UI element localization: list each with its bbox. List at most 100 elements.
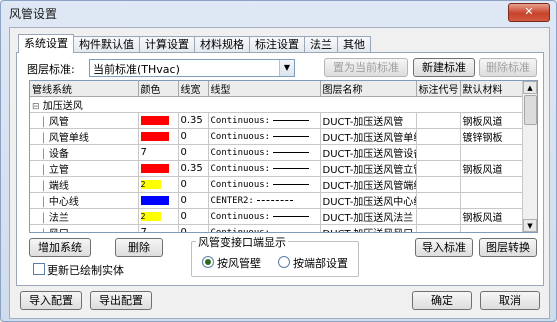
table-row[interactable]: │ 法兰 2 0 Continuous: DUCT-加压送风法兰 钢板风道 <box>30 208 524 225</box>
collapse-icon[interactable]: ⊟ <box>32 102 40 112</box>
col-header-linetype[interactable]: 线型 <box>208 81 321 97</box>
cell-linetype[interactable]: Continuous: <box>208 208 321 225</box>
cell-color[interactable]: 2 <box>138 208 179 225</box>
table-row[interactable]: │ 立管 0.35 Continuous: DUCT-加压送风管立管 钢板风道 <box>30 160 524 177</box>
tab-annotation-settings[interactable]: 标注设置 <box>249 36 305 53</box>
tab-component-defaults[interactable]: 构件默认值 <box>73 36 140 53</box>
cell-system-name[interactable]: │ 风口 <box>30 224 139 232</box>
close-button[interactable]: ✕ <box>508 3 550 22</box>
add-system-button[interactable]: 增加系统 <box>29 238 91 257</box>
cell-layer-name[interactable]: DUCT-加压送风风口 <box>320 224 417 232</box>
cell-color[interactable]: 7 <box>138 224 179 232</box>
chevron-down-icon[interactable]: ▼ <box>279 60 294 76</box>
radio-by-end-setting[interactable] <box>278 256 290 268</box>
cell-linetype[interactable]: Continuous: <box>208 144 321 161</box>
cell-linetype[interactable]: Continuous: <box>208 224 321 232</box>
cell-line-width[interactable]: 0 <box>178 208 209 225</box>
cell-layer-name[interactable]: DUCT-加压送风管单线 <box>320 128 417 145</box>
radio-by-duct-wall[interactable] <box>202 256 214 268</box>
cell-system-name[interactable]: │ 风管 <box>30 112 139 129</box>
cell-default-material[interactable]: 钢板风道 <box>460 112 524 129</box>
table-row[interactable]: │ 中心线 0 CENTER2: DUCT-加压送风中心线 <box>30 192 524 209</box>
col-header-width[interactable]: 线宽 <box>178 81 209 97</box>
col-header-code[interactable]: 标注代号 <box>416 81 461 97</box>
import-standard-button[interactable]: 导入标准 <box>415 238 473 257</box>
cell-color[interactable] <box>138 112 179 129</box>
table-row[interactable]: │ 风管单线 0 Continuous: DUCT-加压送风管单线 镀锌钢板 <box>30 128 524 145</box>
cell-system-name[interactable]: │ 中心线 <box>30 192 139 209</box>
cell-default-material[interactable] <box>460 192 524 209</box>
ok-button[interactable]: 确定 <box>412 291 472 310</box>
cell-line-width[interactable]: 0 <box>178 176 209 193</box>
table-row[interactable]: │ 端线 2 0 Continuous: DUCT-加压送风管端线 <box>30 176 524 193</box>
delete-standard-button[interactable]: 删除标准 <box>479 58 537 77</box>
cell-default-material[interactable]: 钢板风道 <box>460 160 524 177</box>
cell-annotation-code[interactable] <box>416 160 461 177</box>
table-row[interactable]: │ 风管 0.35 Continuous: DUCT-加压送风管 钢板风道 <box>30 112 524 129</box>
scroll-thumb[interactable] <box>524 95 537 125</box>
cell-linetype[interactable]: Continuous: <box>208 160 321 177</box>
set-current-standard-button[interactable]: 置为当前标准 <box>324 58 408 77</box>
cell-default-material[interactable]: 钢板风道 <box>460 208 524 225</box>
cell-annotation-code[interactable] <box>416 144 461 161</box>
new-standard-button[interactable]: 新建标准 <box>413 58 475 77</box>
cell-system-name[interactable]: │ 设备 <box>30 144 139 161</box>
tab-flange[interactable]: 法兰 <box>304 36 338 53</box>
tab-system-settings[interactable]: 系统设置 <box>18 34 74 53</box>
layer-convert-button[interactable]: 图层转换 <box>479 238 537 257</box>
cell-linetype[interactable]: Continuous: <box>208 112 321 129</box>
tab-calc-settings[interactable]: 计算设置 <box>139 36 195 53</box>
cell-color[interactable]: 7 <box>138 144 179 161</box>
cell-line-width[interactable]: 0.35 <box>178 160 209 177</box>
cell-line-width[interactable]: 0 <box>178 128 209 145</box>
delete-system-button[interactable]: 删除 <box>115 238 163 257</box>
tab-other[interactable]: 其他 <box>337 36 371 53</box>
scroll-down-icon[interactable]: ▼ <box>523 219 537 232</box>
cell-color[interactable] <box>138 192 179 209</box>
table-group-row[interactable]: ⊟ 加压送风 <box>30 96 524 113</box>
col-header-system[interactable]: 管线系统 <box>30 81 139 97</box>
cell-default-material[interactable]: 镀锌钢板 <box>460 128 524 145</box>
table-row[interactable]: │ 风口70Continuous:DUCT-加压送风风口 <box>30 224 524 232</box>
update-drawn-checkbox[interactable] <box>33 263 45 275</box>
cell-line-width[interactable]: 0 <box>178 192 209 209</box>
cell-layer-name[interactable]: DUCT-加压送风管端线 <box>320 176 417 193</box>
cell-default-material[interactable] <box>460 144 524 161</box>
cell-annotation-code[interactable] <box>416 128 461 145</box>
cell-layer-name[interactable]: DUCT-加压送风管 <box>320 112 417 129</box>
cell-system-name[interactable]: │ 立管 <box>30 160 139 177</box>
cell-annotation-code[interactable] <box>416 112 461 129</box>
cell-color[interactable] <box>138 160 179 177</box>
cell-default-material[interactable] <box>460 224 524 232</box>
vertical-scrollbar[interactable]: ▲ ▼ <box>522 81 537 232</box>
cell-line-width[interactable]: 0 <box>178 144 209 161</box>
tab-material-spec[interactable]: 材料规格 <box>194 36 250 53</box>
import-config-button[interactable]: 导入配置 <box>20 291 82 310</box>
cancel-button[interactable]: 取消 <box>480 291 540 310</box>
col-header-material[interactable]: 默认材料 <box>460 81 524 97</box>
cell-default-material[interactable] <box>460 176 524 193</box>
cell-system-name[interactable]: │ 风管单线 <box>30 128 139 145</box>
cell-system-name[interactable]: │ 法兰 <box>30 208 139 225</box>
cell-annotation-code[interactable] <box>416 192 461 209</box>
cell-layer-name[interactable]: DUCT-加压送风管设备 <box>320 144 417 161</box>
cell-linetype[interactable]: CENTER2: <box>208 192 321 209</box>
cell-color[interactable]: 2 <box>138 176 179 193</box>
cell-line-width[interactable]: 0.35 <box>178 112 209 129</box>
cell-linetype[interactable]: Continuous: <box>208 128 321 145</box>
cell-color[interactable] <box>138 128 179 145</box>
cell-layer-name[interactable]: DUCT-加压送风法兰 <box>320 208 417 225</box>
cell-layer-name[interactable]: DUCT-加压送风管立管 <box>320 160 417 177</box>
cell-system-name[interactable]: │ 端线 <box>30 176 139 193</box>
col-header-color[interactable]: 颜色 <box>138 81 179 97</box>
table-row[interactable]: │ 设备 7 0 Continuous: DUCT-加压送风管设备 <box>30 144 524 161</box>
cell-annotation-code[interactable] <box>416 208 461 225</box>
cell-linetype[interactable]: Continuous: <box>208 176 321 193</box>
export-config-button[interactable]: 导出配置 <box>90 291 152 310</box>
cell-line-width[interactable]: 0 <box>178 224 209 232</box>
cell-annotation-code[interactable] <box>416 176 461 193</box>
scroll-up-icon[interactable]: ▲ <box>523 81 537 94</box>
cell-annotation-code[interactable] <box>416 224 461 232</box>
col-header-layer[interactable]: 图层名称 <box>320 81 417 97</box>
layer-standard-select[interactable]: 当前标准(THvac) ▼ <box>89 59 295 77</box>
